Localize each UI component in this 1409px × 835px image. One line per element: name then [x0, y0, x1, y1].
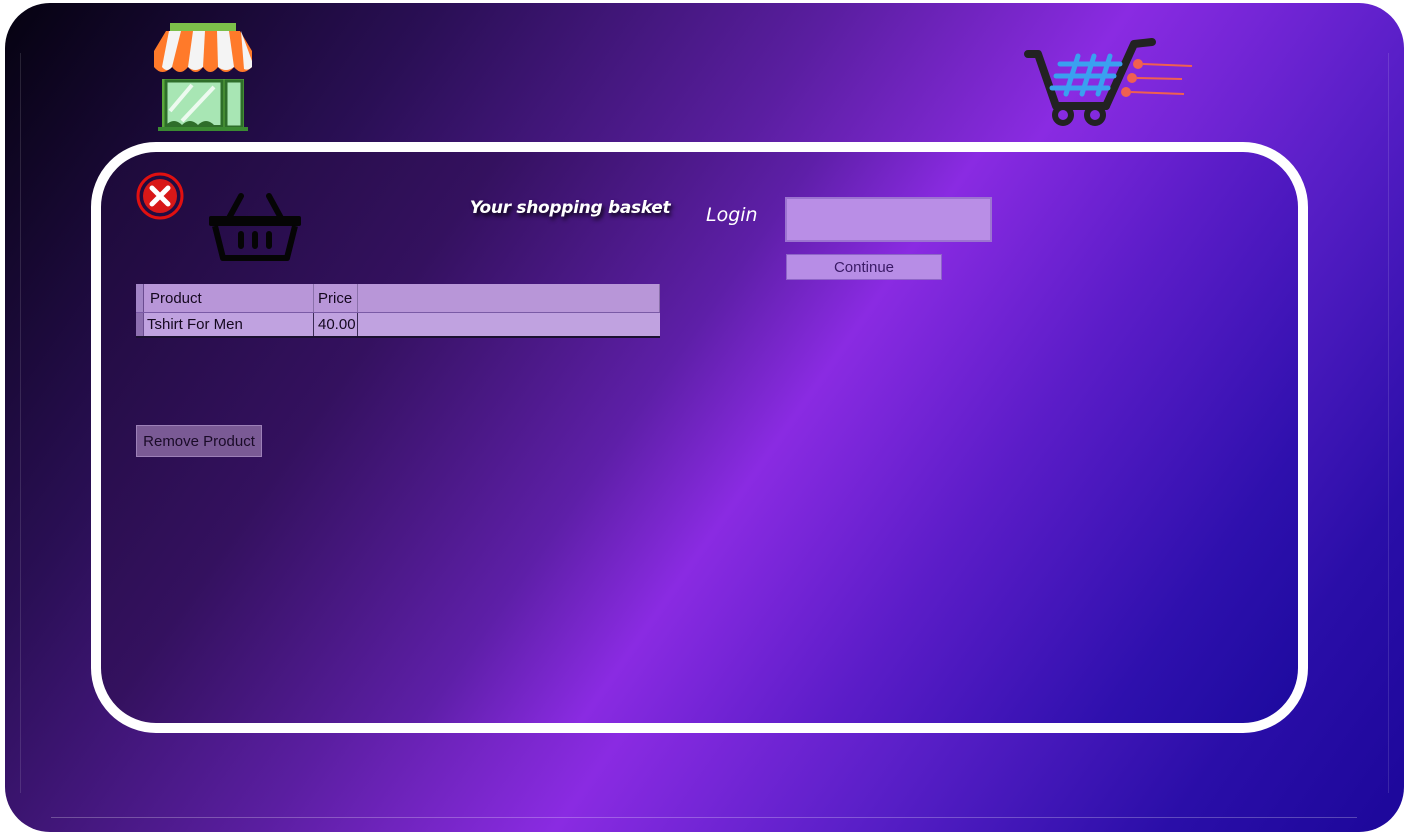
basket-table[interactable]: Product Price Tshirt For Men 40.00	[136, 284, 660, 338]
window-edge-bottom	[51, 817, 1357, 818]
store-icon	[154, 23, 252, 131]
remove-product-button[interactable]: Remove Product	[136, 425, 262, 457]
table-row[interactable]: Tshirt For Men 40.00	[136, 313, 660, 336]
window-edge-right	[1388, 53, 1389, 793]
column-header-price[interactable]: Price	[314, 284, 358, 312]
login-input[interactable]	[785, 197, 992, 242]
column-header-product[interactable]: Product	[144, 284, 314, 312]
login-label: Login	[706, 204, 758, 226]
cell-price[interactable]: 40.00	[314, 313, 358, 336]
table-header-row: Product Price	[136, 284, 660, 313]
column-header-fill	[358, 284, 660, 312]
row-header-cell	[136, 284, 144, 312]
row-selector[interactable]	[136, 313, 144, 336]
basket-title: Your shopping basket	[469, 198, 671, 218]
basket-icon	[209, 193, 301, 261]
cell-fill	[358, 313, 660, 336]
window-edge-left	[20, 53, 21, 793]
cart-logo-icon	[1024, 38, 1193, 126]
continue-button[interactable]: Continue	[786, 254, 942, 280]
close-icon[interactable]	[133, 172, 185, 220]
cell-product[interactable]: Tshirt For Men	[144, 313, 314, 336]
